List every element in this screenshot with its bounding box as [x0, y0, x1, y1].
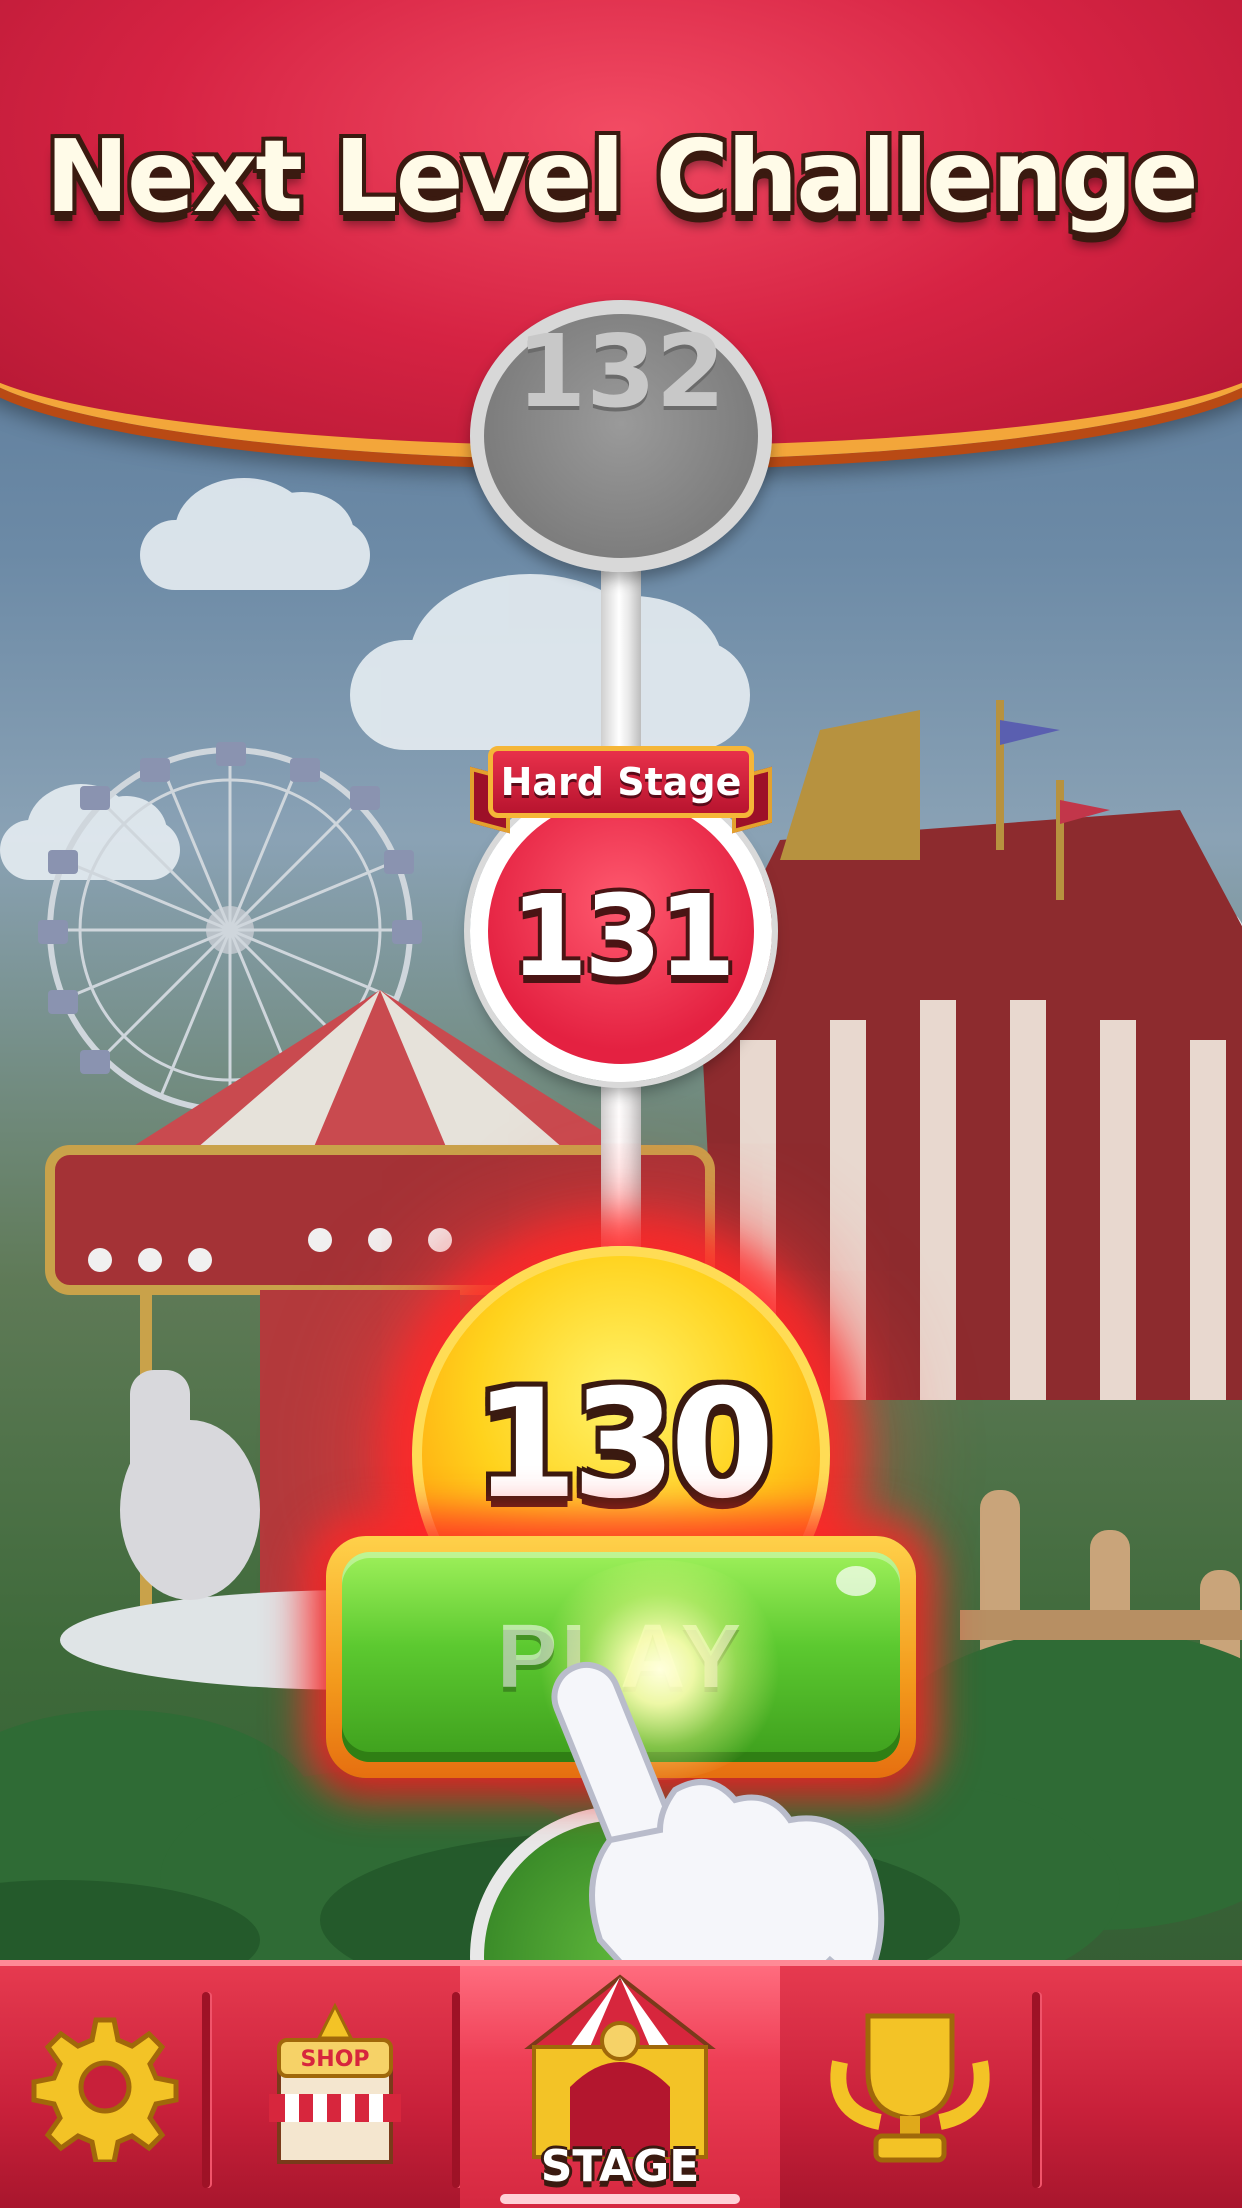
stage-tent-icon	[524, 1974, 716, 2159]
shine-highlight	[836, 1566, 876, 1596]
gear-icon	[31, 2017, 179, 2162]
shop-sign-text: SHOP	[300, 2047, 369, 2072]
level-node-132[interactable]: 132	[470, 300, 772, 572]
level-number: 132	[516, 312, 726, 430]
nav-empty-slot	[1040, 1966, 1242, 2208]
nav-settings-button[interactable]	[0, 1966, 210, 2208]
shop-icon: SHOP	[269, 2002, 401, 2164]
hard-stage-label: Hard Stage	[500, 760, 742, 804]
level-number: 130	[473, 1358, 774, 1532]
level-number: 131	[510, 872, 736, 1002]
trophy-icon	[830, 2013, 990, 2163]
page-title: Next Level Challenge	[45, 118, 1198, 235]
bottom-nav: SHOP STAGE	[0, 1960, 1242, 2208]
nav-stage-label: STAGE	[540, 2141, 700, 2192]
nav-stage-button[interactable]: STAGE	[460, 1966, 780, 2208]
nav-rankings-button[interactable]	[780, 1966, 1040, 2208]
hard-stage-badge: Hard Stage	[470, 746, 772, 834]
active-tab-indicator	[500, 2194, 740, 2204]
nav-shop-button[interactable]: SHOP	[210, 1966, 460, 2208]
cloud	[140, 478, 370, 590]
